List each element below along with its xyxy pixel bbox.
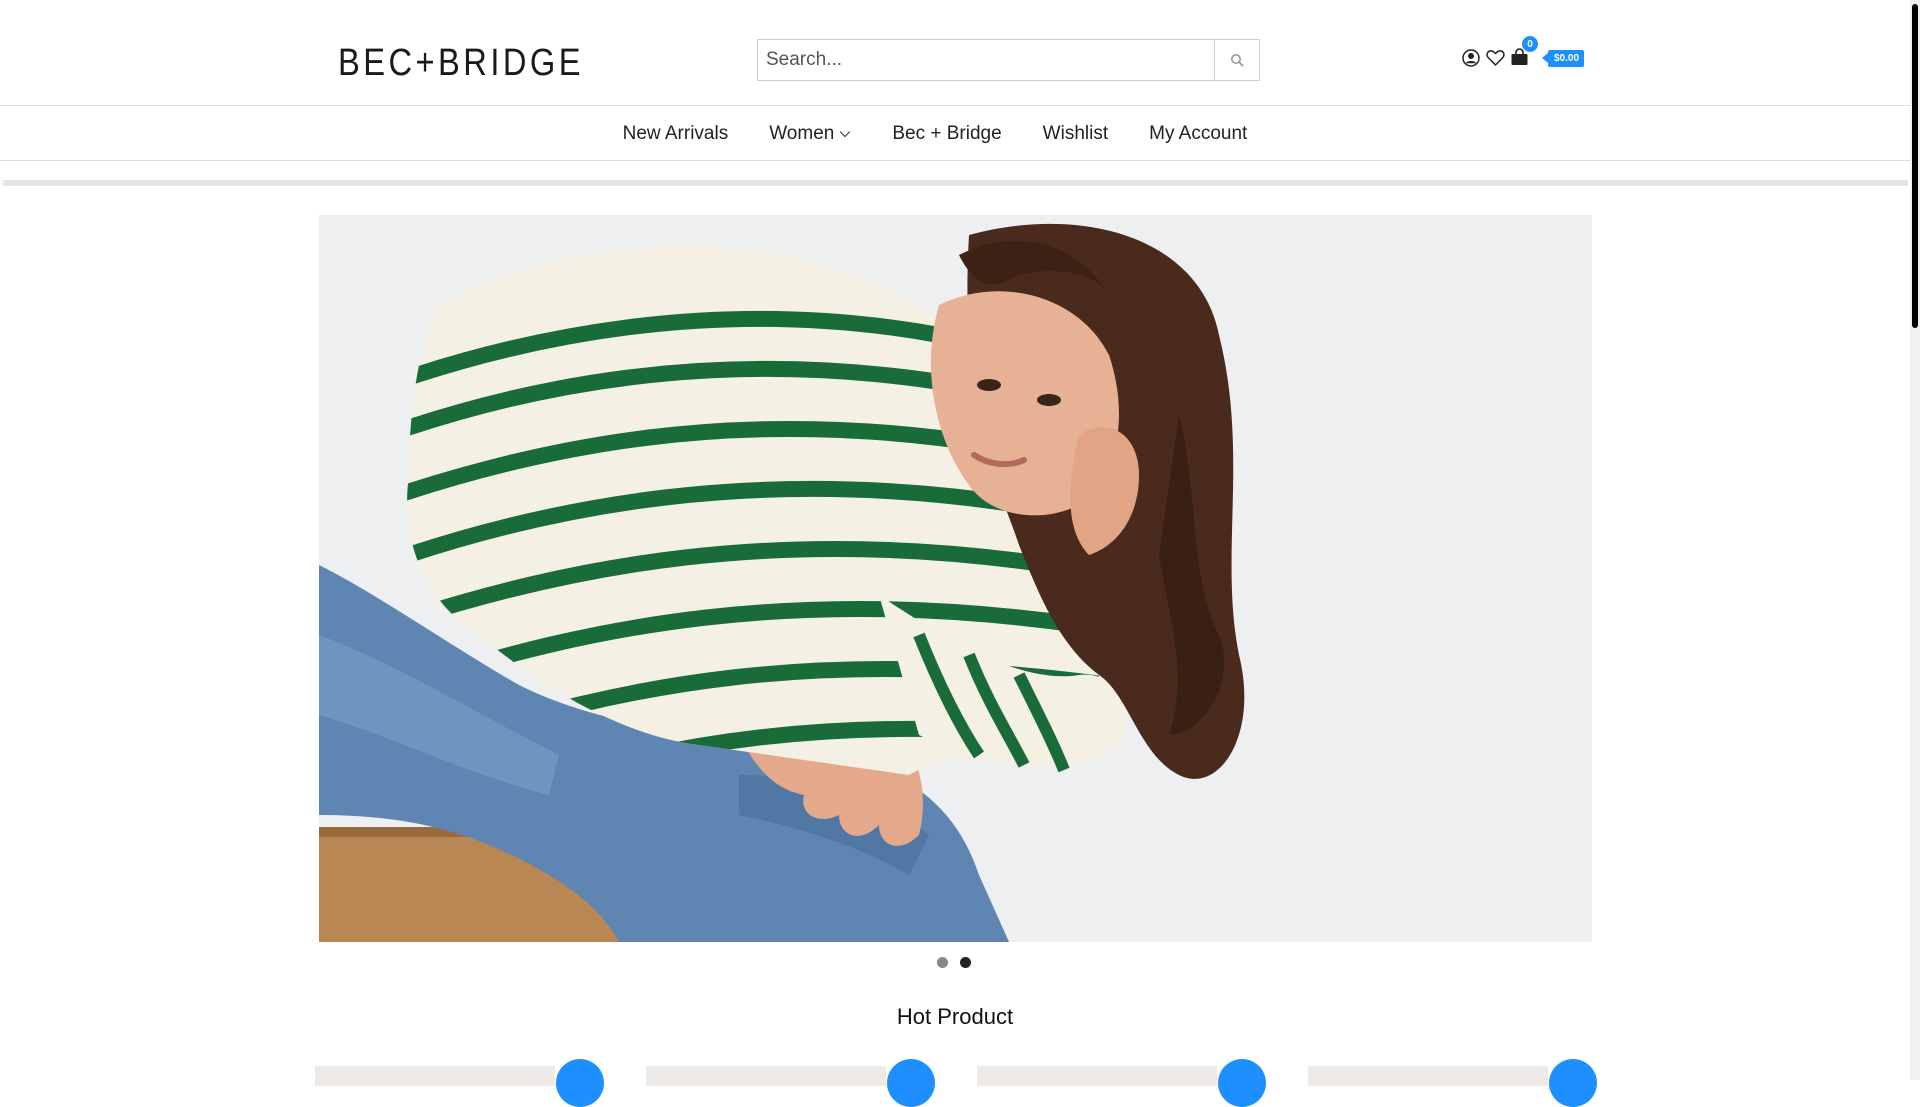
brand-logo[interactable]: BEC+BRIDGE [338, 44, 584, 82]
page-scrollbar[interactable] [1910, 0, 1920, 1080]
product-card[interactable] [646, 1066, 886, 1086]
product-action-button[interactable] [556, 1059, 604, 1107]
product-card[interactable] [315, 1066, 555, 1086]
nav-item-my-account[interactable]: My Account [1149, 123, 1247, 145]
product-action-button[interactable] [1549, 1059, 1597, 1107]
slider-pagination [937, 957, 971, 968]
chevron-down-icon [839, 130, 851, 137]
nav-item-new-arrivals[interactable]: New Arrivals [623, 123, 729, 145]
product-card[interactable] [977, 1066, 1217, 1086]
product-card[interactable] [1308, 1066, 1548, 1086]
nav-item-women[interactable]: Women [769, 123, 851, 145]
slider-dot-1[interactable] [937, 957, 948, 968]
cart-count-badge: 0 [1522, 36, 1538, 52]
header-divider [3, 180, 1908, 186]
search-button[interactable] [1214, 39, 1260, 81]
search-icon [1231, 54, 1244, 67]
product-action-button[interactable] [1218, 1059, 1266, 1107]
site-header: BEC+BRIDGE 0 [0, 0, 1910, 106]
cart-button[interactable]: 0 [1510, 36, 1538, 68]
cart-total-badge[interactable]: $0.00 [1541, 49, 1585, 67]
search-bar [757, 39, 1260, 81]
scrollbar-thumb[interactable] [1912, 4, 1918, 328]
hero-slide-image[interactable] [319, 215, 1592, 942]
product-action-button[interactable] [887, 1059, 935, 1107]
user-circle-icon[interactable] [1462, 49, 1480, 67]
section-title-hot-product: Hot Product [896, 1004, 1014, 1029]
header-actions: 0 $0.00 [1462, 36, 1585, 68]
heart-icon[interactable] [1486, 49, 1505, 67]
slider-dot-2[interactable] [960, 957, 971, 968]
nav-item-label: Women [769, 122, 835, 144]
search-input[interactable] [757, 39, 1214, 81]
main-nav: New Arrivals Women Bec + Bridge Wishlist… [0, 107, 1910, 161]
nav-item-bec-bridge[interactable]: Bec + Bridge [892, 123, 1001, 145]
nav-item-wishlist[interactable]: Wishlist [1043, 123, 1108, 145]
